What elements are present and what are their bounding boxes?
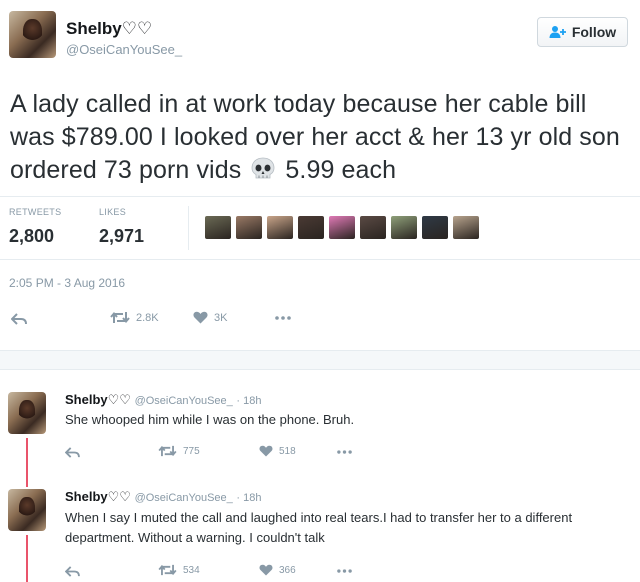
liker-avatar[interactable] <box>298 216 324 239</box>
more-dots-icon <box>337 569 352 573</box>
more-dots-icon <box>275 316 291 320</box>
retweet-count: 534 <box>183 564 200 576</box>
heart-icon <box>259 564 273 576</box>
avatar[interactable] <box>8 392 46 434</box>
retweet-button[interactable]: 2.8K <box>110 311 159 324</box>
author-handle[interactable]: @OseiCanYouSee_ <box>66 42 182 57</box>
avatar[interactable] <box>9 11 56 58</box>
heart-icon <box>193 311 208 324</box>
more-options-button[interactable] <box>337 450 352 454</box>
follow-person-icon <box>549 26 566 38</box>
reply-arrow-icon <box>11 313 27 325</box>
liker-avatar[interactable] <box>453 216 479 239</box>
reply-author-handle[interactable]: @OseiCanYouSee_ <box>135 395 233 407</box>
reply-tweet: Shelby♡♡ @OseiCanYouSee_ · 18h When I sa… <box>0 475 640 582</box>
reply-author-name[interactable]: Shelby♡♡ <box>65 489 131 504</box>
like-count: 3K <box>214 311 228 324</box>
liker-avatar[interactable] <box>205 216 231 239</box>
avatar[interactable] <box>8 489 46 531</box>
section-divider <box>0 350 640 370</box>
reply-author-handle[interactable]: @OseiCanYouSee_ <box>135 492 233 504</box>
liker-avatar[interactable] <box>360 216 386 239</box>
tweet-timestamp[interactable]: 2:05 PM - 3 Aug 2016 <box>9 276 125 290</box>
likes-label: LIKES <box>99 207 127 217</box>
author-name[interactable]: Shelby♡♡ <box>66 19 152 39</box>
liker-avatar[interactable] <box>267 216 293 239</box>
more-dots-icon <box>337 450 352 454</box>
divider <box>188 206 189 250</box>
liker-avatars <box>205 216 479 239</box>
reply-time[interactable]: · 18h <box>236 492 261 504</box>
liker-avatar[interactable] <box>329 216 355 239</box>
reply-text: When I say I muted the call and laughed … <box>65 510 573 545</box>
divider <box>0 196 640 197</box>
retweets-value[interactable]: 2,800 <box>9 226 54 247</box>
retweet-button[interactable]: 534 <box>158 564 200 576</box>
like-button[interactable]: 3K <box>193 311 227 324</box>
reply-header: Shelby♡♡ @OseiCanYouSee_ · 18h <box>65 489 261 505</box>
thread-line <box>26 535 28 582</box>
reply-time[interactable]: · 18h <box>236 395 261 407</box>
heart-icon <box>259 445 273 457</box>
main-tweet: Shelby♡♡ @OseiCanYouSee_ Follow A lady c… <box>0 0 640 360</box>
reply-button[interactable] <box>65 566 80 577</box>
retweet-count: 775 <box>183 445 200 457</box>
like-button[interactable]: 518 <box>259 445 296 457</box>
likes-value[interactable]: 2,971 <box>99 226 144 247</box>
like-count: 366 <box>279 564 296 576</box>
reply-arrow-icon <box>65 566 80 577</box>
liker-avatar[interactable] <box>236 216 262 239</box>
follow-button[interactable]: Follow <box>537 17 628 47</box>
skull-emoji-icon <box>251 157 275 179</box>
like-count: 518 <box>279 445 296 457</box>
retweet-count: 2.8K <box>136 311 159 324</box>
more-options-button[interactable] <box>275 316 291 320</box>
retweet-button[interactable]: 775 <box>158 445 200 457</box>
liker-avatar[interactable] <box>422 216 448 239</box>
reply-arrow-icon <box>65 447 80 458</box>
like-button[interactable]: 366 <box>259 564 296 576</box>
tweet-text: A lady called in at work today because h… <box>10 88 630 187</box>
retweet-icon <box>158 445 177 457</box>
reply-button[interactable] <box>65 447 80 458</box>
retweets-label: RETWEETS <box>9 207 62 217</box>
reply-text: She whooped him while I was on the phone… <box>65 412 355 427</box>
reply-header: Shelby♡♡ @OseiCanYouSee_ · 18h <box>65 392 261 408</box>
thread-line <box>26 438 28 475</box>
reply-author-name[interactable]: Shelby♡♡ <box>65 392 131 407</box>
thread-line <box>26 475 28 487</box>
reply-tweet: Shelby♡♡ @OseiCanYouSee_ · 18h She whoop… <box>0 370 640 475</box>
liker-avatar[interactable] <box>391 216 417 239</box>
retweet-icon <box>158 564 177 576</box>
follow-label: Follow <box>571 24 617 40</box>
tweet-text-part-2: 5.99 each <box>285 156 397 184</box>
retweet-icon <box>110 311 130 324</box>
reply-button[interactable] <box>11 313 27 325</box>
divider <box>0 259 640 260</box>
more-options-button[interactable] <box>337 569 352 573</box>
